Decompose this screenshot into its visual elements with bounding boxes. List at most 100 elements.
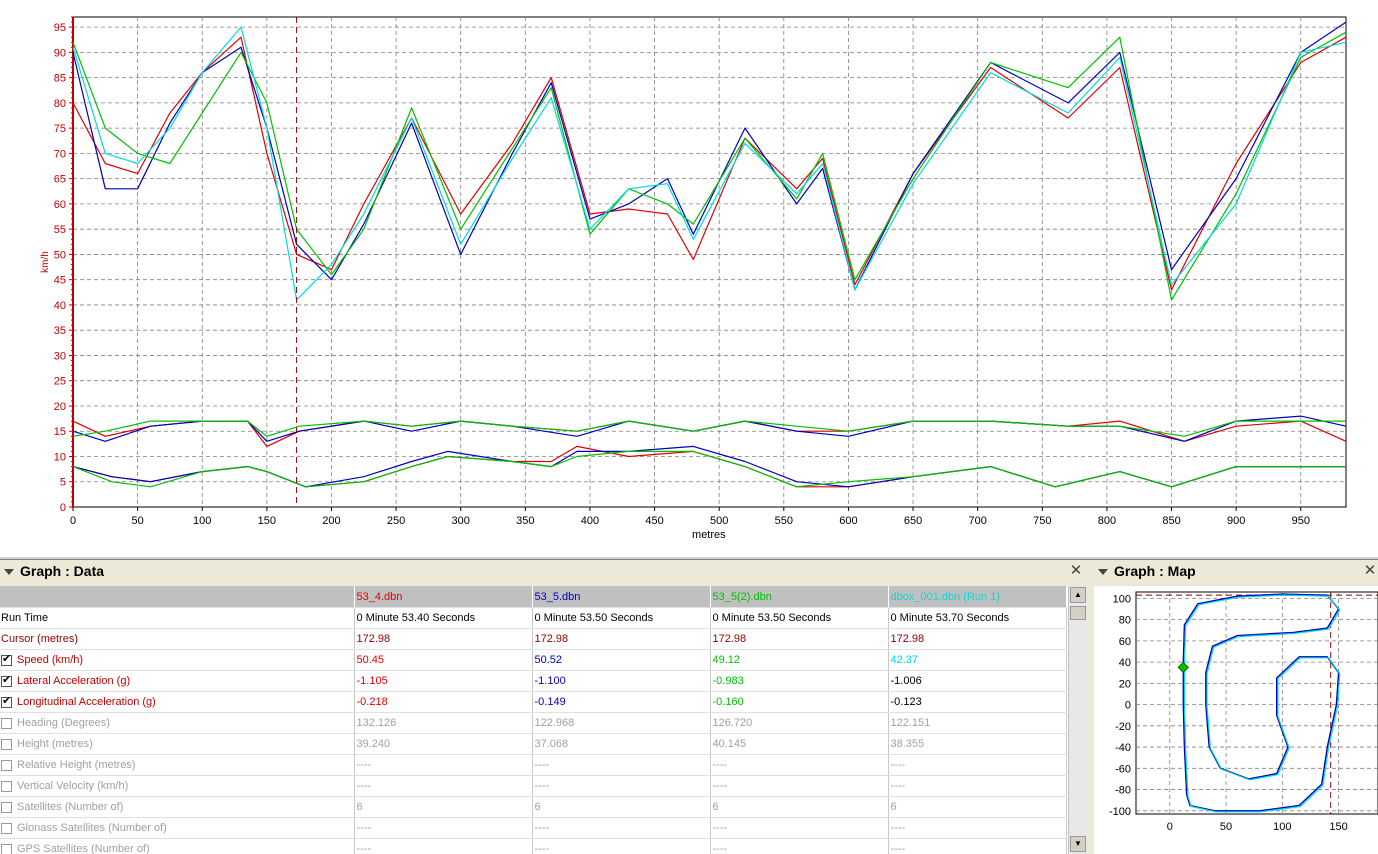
row-value-cell: 172.98 [354, 628, 533, 650]
row-label: Lateral Acceleration (g) [17, 675, 131, 687]
data-panel-header[interactable]: Graph : Data [0, 560, 104, 582]
data-panel-close-icon[interactable]: ✕ [1068, 563, 1084, 579]
row-value-cell: 37.068 [532, 733, 711, 755]
map-panel: Graph : Map ✕ 100 80 60 40 20 0 -20 -40 -60 -80 -1… [1094, 560, 1378, 854]
row-value-cell: -0.149 [532, 691, 711, 713]
collapse-triangle-icon[interactable] [4, 568, 14, 575]
row-label-cell: Height (metres) [0, 733, 355, 755]
row-label-cell: Lateral Acceleration (g) [0, 670, 355, 692]
map-y-tick-label: 100 [1113, 593, 1131, 605]
file-column-header[interactable]: dbox_001.dbn (Run 1) [888, 586, 1067, 608]
y-tick-label: 55 [54, 224, 66, 236]
row-label-cell: Speed (km/h) [0, 649, 355, 671]
row-label: Relative Height (metres) [17, 759, 136, 771]
file-column-header[interactable]: 53_5(2).dbn [710, 586, 889, 608]
x-tick-label: 50 [131, 515, 143, 527]
collapse-triangle-icon[interactable] [1098, 568, 1108, 575]
row-checkbox[interactable] [1, 801, 12, 813]
x-tick-label: 500 [710, 515, 728, 527]
row-value-cell: 42.37 [888, 649, 1067, 671]
x-tick-label: 850 [1162, 515, 1180, 527]
row-checkbox[interactable] [1, 759, 12, 771]
row-label-cell: Vertical Velocity (km/h) [0, 775, 355, 797]
row-checkbox[interactable] [1, 694, 12, 708]
row-value-cell: 40.145 [710, 733, 889, 755]
x-tick-label: 650 [904, 515, 922, 527]
row-label: Speed (km/h) [17, 654, 84, 666]
row-checkbox[interactable] [1, 738, 12, 750]
table-header-row: 53_4.dbn 53_5.dbn 53_5(2).dbn dbox_001.dbn … [0, 586, 1067, 608]
row-value-cell: ---- [710, 754, 889, 776]
scroll-up-icon[interactable]: ▲ [1070, 587, 1086, 603]
x-tick-label: 400 [581, 515, 599, 527]
map-panel-header[interactable]: Graph : Map [1094, 560, 1196, 582]
file-column-header[interactable]: 53_4.dbn [354, 586, 533, 608]
x-tick-label: 900 [1227, 515, 1245, 527]
map-y-tick-label: -100 [1109, 806, 1131, 818]
map-panel-close-icon[interactable]: ✕ [1362, 563, 1378, 579]
map-x-tick-label: 150 [1329, 821, 1347, 833]
data-panel-title: Graph : Data [20, 563, 105, 579]
y-tick-label: 85 [54, 73, 66, 85]
table-row: Relative Height (metres) ---- ---- ---- ---- [0, 754, 1067, 776]
y-tick-label: 5 [60, 477, 66, 489]
y-tick-label: 50 [54, 249, 66, 261]
y-tick-label: 25 [54, 376, 66, 388]
row-label-cell: Satellites (Number of) [0, 796, 355, 818]
row-value-cell: ---- [532, 817, 711, 839]
row-label: Vertical Velocity (km/h) [17, 780, 129, 792]
table-row: Vertical Velocity (km/h) ---- ---- ---- ---- [0, 775, 1067, 797]
row-value-cell: 0 Minute 53.50 Seconds [532, 607, 711, 629]
row-checkbox[interactable] [1, 843, 12, 854]
lower-panels: Graph : Data ✕ 53_4.dbn 53_5.dbn 53_5(2).d… [0, 556, 1378, 854]
x-tick-label: 200 [322, 515, 340, 527]
row-value-cell: 0 Minute 53.70 Seconds [888, 607, 1067, 629]
row-value-cell: 38.355 [888, 733, 1067, 755]
file-column-header[interactable]: 53_5.dbn [532, 586, 711, 608]
x-tick-label: 550 [775, 515, 793, 527]
x-tick-label: 950 [1292, 515, 1310, 527]
row-value-cell: ---- [354, 838, 533, 854]
speed-acceleration-graph[interactable]: 0 50 100 150 200 250 300 350 400 450 500 550 600 650 7… [0, 0, 1378, 556]
row-value-cell: -1.006 [888, 670, 1067, 692]
scroll-down-icon[interactable]: ▼ [1070, 836, 1086, 852]
row-label: Run Time [1, 612, 49, 624]
y-tick-label: 30 [54, 350, 66, 362]
row-checkbox[interactable] [1, 673, 12, 687]
row-value-cell: 39.240 [354, 733, 533, 755]
row-value-cell: ---- [532, 838, 711, 854]
row-value-cell: 172.98 [888, 628, 1067, 650]
x-tick-label: 450 [645, 515, 663, 527]
row-checkbox[interactable] [1, 652, 12, 666]
table-row: Speed (km/h) 50.4550.5249.1242.37 [0, 649, 1067, 671]
map-y-tick-label: -80 [1115, 785, 1131, 797]
row-value-cell: 132.126 [354, 712, 533, 734]
table-row: Glonass Satellites (Number of) ---- ---- --… [0, 817, 1067, 839]
row-value-cell: 0 Minute 53.40 Seconds [354, 607, 533, 629]
row-label-cell: Cursor (metres) [0, 628, 355, 650]
map-x-tick-label: 100 [1273, 821, 1291, 833]
row-label-cell: Glonass Satellites (Number of) [0, 817, 355, 839]
scroll-thumb[interactable] [1070, 606, 1086, 620]
track-map[interactable]: 100 80 60 40 20 0 -20 -40 -60 -80 -100 0 50 100 150 [1094, 586, 1378, 854]
row-label-cell: Longitudinal Acceleration (g) [0, 691, 355, 713]
row-checkbox[interactable] [1, 780, 12, 792]
x-tick-label: 350 [516, 515, 534, 527]
row-value-cell: ---- [354, 775, 533, 797]
map-panel-title: Graph : Map [1114, 563, 1196, 579]
row-value-cell: 6 [888, 796, 1067, 818]
row-value-cell: ---- [888, 775, 1067, 797]
row-value-cell: -0.160 [710, 691, 889, 713]
x-axis-label: metres [692, 529, 726, 541]
map-y-tick-label: 60 [1119, 636, 1131, 648]
row-value-cell: 126.720 [710, 712, 889, 734]
data-table-scrollbar[interactable]: ▲ ▼ [1068, 586, 1087, 854]
row-checkbox[interactable] [1, 717, 12, 729]
row-checkbox[interactable] [1, 822, 12, 834]
y-tick-label: 10 [54, 451, 66, 463]
x-tick-label: 600 [839, 515, 857, 527]
table-row: Satellites (Number of) 6 6 6 6 [0, 796, 1067, 818]
x-tick-label: 250 [387, 515, 405, 527]
row-value-cell: ---- [354, 754, 533, 776]
row-value-cell: 0 Minute 53.50 Seconds [710, 607, 889, 629]
